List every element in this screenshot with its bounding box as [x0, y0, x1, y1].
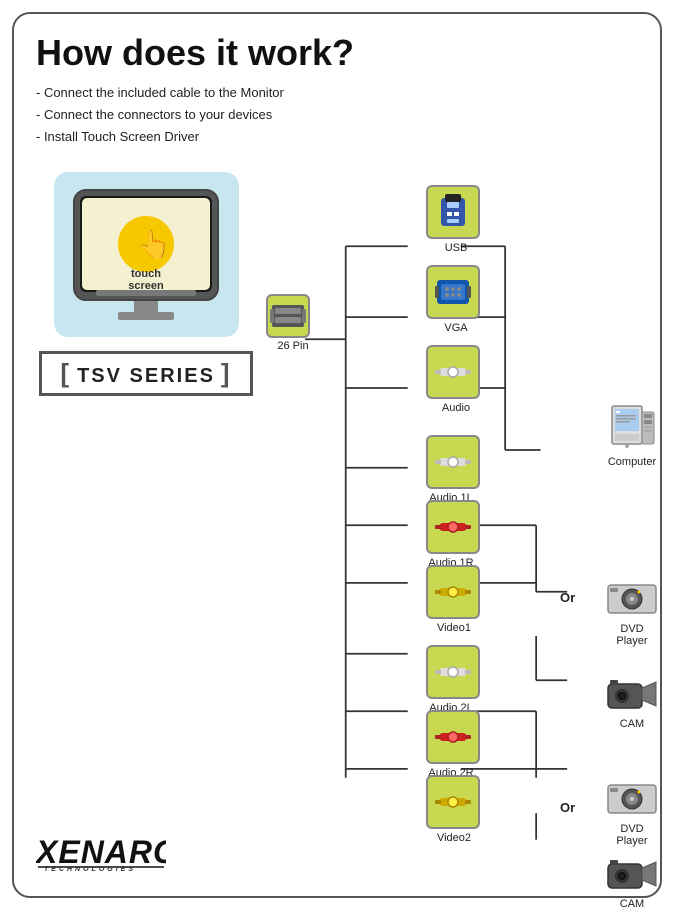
- vga-connector: [426, 265, 480, 319]
- cam2-device: CAM: [606, 852, 658, 910]
- monitor-illustration: 👆 touch screen: [66, 182, 226, 327]
- left-side: 👆 touch screen TSV SERIES: [36, 162, 256, 862]
- video2-connector: [426, 775, 480, 829]
- computer-icon: [606, 402, 658, 454]
- or-label-2: Or: [560, 800, 575, 815]
- tsv-series-label: TSV SERIES: [39, 351, 252, 396]
- right-side: 26 Pin USB: [266, 162, 638, 862]
- cam2-label: CAM: [620, 898, 644, 910]
- instructions-list: - Connect the included cable to the Moni…: [36, 82, 638, 148]
- brand-logo: XENARC TECHNOLOGIES: [36, 831, 166, 878]
- usb-connector: [426, 185, 480, 239]
- instruction-2: - Connect the connectors to your devices: [36, 104, 638, 126]
- audio-label: Audio: [426, 402, 486, 414]
- video1-label: Video1: [424, 622, 484, 634]
- monitor-wrapper: 👆 touch screen: [54, 172, 239, 337]
- dvd2-icon: [606, 777, 658, 821]
- dvd2-label: DVD Player: [606, 823, 658, 847]
- vga-label: VGA: [426, 322, 486, 334]
- page-title: How does it work?: [36, 32, 638, 74]
- instruction-3: - Install Touch Screen Driver: [36, 126, 638, 148]
- video2-label: Video2: [424, 832, 484, 844]
- pin-label: 26 Pin: [263, 340, 323, 352]
- audio2l-connector: [426, 645, 480, 699]
- dvd1-device: DVD Player: [606, 577, 658, 647]
- xenarc-logo-svg: XENARC TECHNOLOGIES: [36, 831, 166, 871]
- brand-name: XENARC TECHNOLOGIES: [36, 831, 166, 878]
- cam2-icon: [606, 852, 658, 896]
- main-area: 👆 touch screen TSV SERIES: [36, 162, 638, 862]
- cam1-device: CAM: [606, 672, 658, 730]
- computer-device: Computer: [606, 402, 658, 468]
- or-label-1: Or: [560, 590, 575, 605]
- computer-label: Computer: [608, 456, 656, 468]
- cam1-icon: [606, 672, 658, 716]
- audio1l-connector: [426, 435, 480, 489]
- audio2r-connector: [426, 710, 480, 764]
- dvd1-icon: [606, 577, 658, 621]
- dvd2-device: DVD Player: [606, 777, 658, 847]
- dvd1-label: DVD Player: [606, 623, 658, 647]
- svg-text:XENARC: XENARC: [36, 834, 166, 870]
- instruction-1: - Connect the included cable to the Moni…: [36, 82, 638, 104]
- cam1-label: CAM: [620, 718, 644, 730]
- svg-text:TECHNOLOGIES: TECHNOLOGIES: [44, 866, 136, 871]
- video1-connector: [426, 565, 480, 619]
- audio1r-connector: [426, 500, 480, 554]
- page-container: How does it work? - Connect the included…: [12, 12, 662, 898]
- audio-connector: [426, 345, 480, 399]
- svg-text:touch: touch: [131, 268, 161, 280]
- pin-connector: [266, 294, 310, 338]
- usb-label: USB: [426, 242, 486, 254]
- svg-text:👆: 👆: [136, 228, 171, 261]
